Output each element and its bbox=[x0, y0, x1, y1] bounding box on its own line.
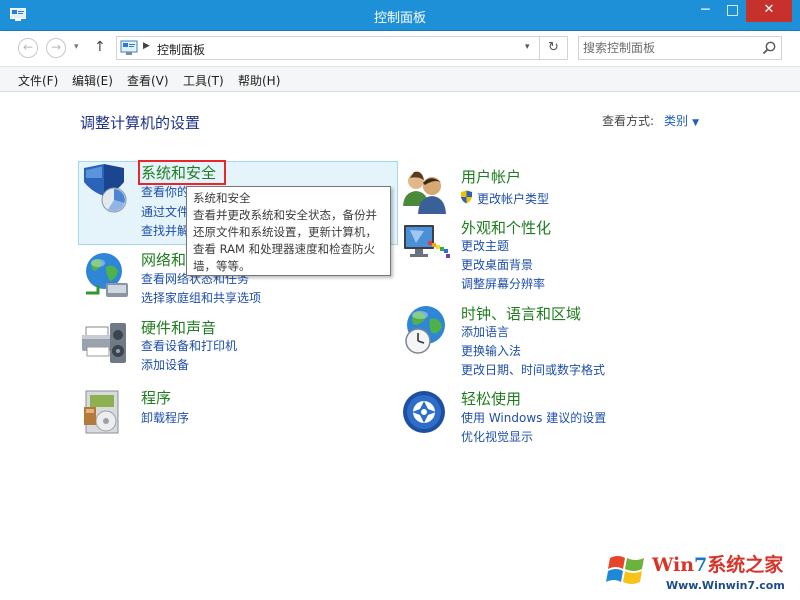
category-link[interactable]: 卸载程序 bbox=[141, 409, 189, 426]
tooltip-line: 查看 RAM 和处理器速度和检查防火 bbox=[193, 242, 376, 256]
view-by-dropdown[interactable]: 类别 bbox=[664, 114, 688, 128]
category-user-accounts[interactable]: 用户帐户 更改帐户类型 bbox=[400, 166, 700, 216]
back-button[interactable]: ← bbox=[18, 38, 38, 58]
category-link[interactable]: 更改桌面背景 bbox=[461, 256, 533, 273]
category-link[interactable]: 更换输入法 bbox=[461, 342, 521, 359]
category-title[interactable]: 外观和个性化 bbox=[461, 217, 551, 238]
forward-button[interactable]: → bbox=[46, 38, 66, 58]
address-dropdown-button[interactable]: ▾ bbox=[525, 42, 530, 52]
search-box[interactable] bbox=[578, 36, 782, 60]
page-title: 调整计算机的设置 bbox=[80, 114, 201, 132]
category-title[interactable]: 程序 bbox=[141, 387, 171, 408]
category-ease-of-access[interactable]: 轻松使用 使用 Windows 建议的设置 优化视觉显示 bbox=[400, 388, 700, 448]
category-link[interactable]: 选择家庭组和共享选项 bbox=[141, 289, 261, 306]
watermark-name-seven: 7 bbox=[694, 554, 708, 576]
category-link[interactable]: 调整屏幕分辨率 bbox=[461, 275, 545, 292]
category-appearance[interactable]: 外观和个性化 更改主题 更改桌面背景 调整屏幕分辨率 bbox=[400, 217, 700, 293]
category-hardware-sound[interactable]: 硬件和声音 查看设备和打印机 添加设备 bbox=[80, 317, 380, 377]
category-link[interactable]: 优化视觉显示 bbox=[461, 428, 533, 445]
category-link[interactable]: 查看设备和打印机 bbox=[141, 337, 237, 354]
menu-help[interactable]: 帮助(H) bbox=[238, 72, 280, 89]
maximize-button[interactable]: □ bbox=[719, 0, 746, 22]
tooltip-line: 系统和安全 bbox=[193, 191, 251, 205]
address-bar[interactable]: ▶ 控制面板 ▾ bbox=[116, 36, 540, 60]
minimize-button[interactable]: ─ bbox=[692, 0, 719, 22]
windows-logo-icon bbox=[606, 556, 644, 584]
programs-box-icon bbox=[84, 390, 119, 434]
category-title[interactable]: 网络和 bbox=[141, 249, 186, 270]
refresh-button[interactable]: ↻ bbox=[540, 36, 568, 60]
menu-bar: 文件(F) 编辑(E) 查看(V) 工具(T) 帮助(H) bbox=[0, 66, 800, 92]
breadcrumb-separator[interactable]: ▶ bbox=[143, 41, 150, 51]
breadcrumb[interactable]: 控制面板 bbox=[157, 41, 205, 58]
view-by-label: 查看方式: bbox=[602, 114, 655, 128]
tooltip-line: 墙，等等。 bbox=[193, 259, 251, 273]
recent-locations-dropdown[interactable]: ▾ bbox=[74, 42, 79, 52]
category-link[interactable]: 更改日期、时间或数字格式 bbox=[461, 361, 605, 378]
menu-tools[interactable]: 工具(T) bbox=[183, 72, 224, 89]
printer-speaker-icon bbox=[82, 323, 126, 363]
navigation-bar: ← → ▾ ↑ ▶ 控制面板 ▾ ↻ bbox=[0, 31, 800, 66]
category-link[interactable]: 查看你的 bbox=[141, 183, 189, 200]
category-link[interactable]: 使用 Windows 建议的设置 bbox=[461, 409, 606, 426]
search-input[interactable] bbox=[583, 39, 753, 57]
chevron-down-icon[interactable]: ▼ bbox=[692, 118, 699, 128]
close-button[interactable]: ✕ bbox=[746, 0, 792, 22]
category-link[interactable]: 更改帐户类型 bbox=[477, 190, 549, 207]
category-link[interactable]: 通过文件 bbox=[141, 203, 189, 220]
category-link[interactable]: 添加设备 bbox=[141, 356, 189, 373]
monitor-palette-icon bbox=[404, 225, 450, 258]
menu-edit[interactable]: 编辑(E) bbox=[72, 72, 113, 89]
window-title: 控制面板 bbox=[373, 11, 426, 26]
category-title[interactable]: 用户帐户 bbox=[461, 166, 521, 187]
category-link[interactable]: 查找并解 bbox=[141, 222, 189, 239]
watermark: Win7系统之家 Www.Winwin7.com bbox=[600, 546, 800, 600]
tooltip: 系统和安全 查看并更改系统和安全状态，备份并 还原文件和系统设置，更新计算机， … bbox=[186, 186, 391, 276]
globe-network-icon bbox=[86, 253, 128, 297]
category-link[interactable]: 添加语言 bbox=[461, 323, 509, 340]
control-panel-icon bbox=[120, 40, 138, 55]
category-title[interactable]: 时钟、语言和区域 bbox=[461, 303, 581, 324]
shield-chart-icon bbox=[84, 164, 127, 213]
category-title[interactable]: 轻松使用 bbox=[461, 388, 521, 409]
menu-file[interactable]: 文件(F) bbox=[18, 72, 58, 89]
watermark-name-prefix: Win bbox=[652, 554, 695, 576]
ease-of-access-icon bbox=[403, 391, 445, 433]
category-clock-region[interactable]: 时钟、语言和区域 添加语言 更换输入法 更改日期、时间或数字格式 bbox=[400, 303, 700, 379]
tooltip-line: 查看并更改系统和安全状态，备份并 bbox=[193, 208, 377, 222]
title-bar[interactable]: 控制面板 ─ □ ✕ bbox=[0, 0, 800, 31]
users-icon bbox=[403, 171, 446, 214]
view-by: 查看方式: 类别 ▼ bbox=[602, 112, 699, 129]
uac-shield-icon bbox=[461, 190, 472, 204]
watermark-name-suffix: 系统之家 bbox=[707, 554, 784, 576]
tooltip-line: 还原文件和系统设置，更新计算机， bbox=[193, 225, 377, 239]
watermark-name: Win7系统之家 bbox=[652, 550, 783, 577]
category-programs[interactable]: 程序 卸载程序 bbox=[80, 387, 380, 439]
category-title[interactable]: 硬件和声音 bbox=[141, 317, 216, 338]
annotation-highlight-box bbox=[138, 160, 226, 185]
search-icon[interactable] bbox=[761, 40, 777, 56]
globe-clock-icon bbox=[405, 306, 445, 354]
menu-view[interactable]: 查看(V) bbox=[127, 72, 169, 89]
watermark-url: Www.Winwin7.com bbox=[666, 579, 785, 592]
up-button[interactable]: ↑ bbox=[94, 39, 106, 55]
category-link[interactable]: 更改主题 bbox=[461, 237, 509, 254]
